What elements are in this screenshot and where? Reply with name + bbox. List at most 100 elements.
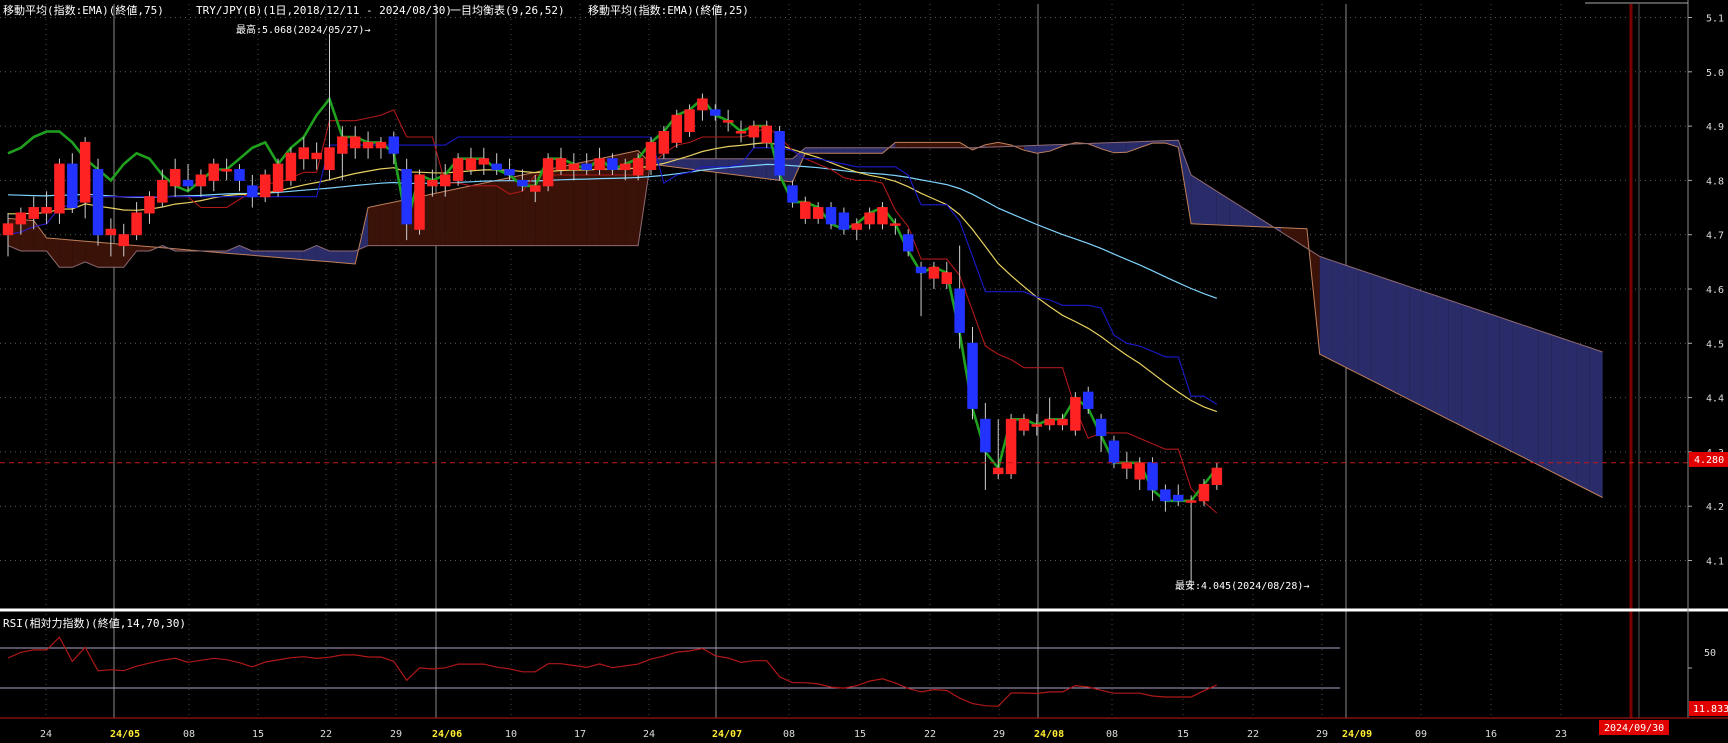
kumo-segment: [1242, 207, 1256, 227]
price-tick-label: 4.6: [1706, 285, 1724, 296]
candle-body: [1185, 500, 1197, 503]
candle-body: [710, 109, 721, 116]
price-tick-label: 4.4: [1706, 394, 1724, 405]
rsi-label: RSI(相対力指数)(終値,14,70,30): [3, 616, 186, 630]
candle-body: [1147, 462, 1158, 491]
kumo-segment: [1538, 330, 1552, 472]
candle-body: [1005, 418, 1017, 475]
candle-body: [851, 223, 863, 230]
date-label: 29: [993, 729, 1005, 740]
candle-body: [452, 158, 464, 181]
kumo-segment: [368, 204, 381, 246]
kumo-segment: [1371, 273, 1385, 387]
price-tick-label: 5.1: [1706, 14, 1724, 25]
candle-body: [1082, 391, 1094, 409]
kumo-segment: [1358, 269, 1372, 381]
kumo-segment: [329, 250, 343, 263]
kumo-segment: [753, 158, 767, 179]
candle-body: [864, 212, 875, 225]
candle-body: [620, 163, 631, 171]
candle-body: [928, 266, 940, 279]
kumo-segment: [1499, 317, 1513, 452]
candle-body: [658, 131, 670, 154]
candle-body: [954, 288, 965, 333]
chart-window: 5.15.04.94.84.74.64.54.44.34.24.1 2424/0…: [0, 0, 1728, 743]
candle-body: [581, 163, 592, 171]
kumo-segment: [560, 164, 574, 246]
kumo-segment: [1525, 325, 1539, 465]
date-label: 08: [183, 729, 195, 740]
price-axis: 5.15.04.94.84.74.64.54.44.34.24.1: [1688, 14, 1724, 568]
candle-body: [67, 163, 78, 209]
kumo-segment: [1422, 291, 1436, 413]
kumo-segment: [1332, 260, 1346, 368]
price-chart[interactable]: 5.15.04.94.84.74.64.54.44.34.24.1 2424/0…: [0, 0, 1728, 743]
kumo-segment: [110, 243, 124, 268]
candle-body: [131, 212, 142, 236]
candle-body: [671, 114, 682, 143]
date-label: 15: [854, 729, 866, 740]
kumo-segment: [1345, 265, 1359, 374]
candle-body: [748, 125, 760, 138]
kumo-segment: [946, 142, 960, 148]
kumo-segment: [921, 142, 934, 148]
date-label: 22: [320, 729, 332, 740]
candle-body: [980, 418, 991, 453]
price-tick-label: 5.0: [1706, 68, 1724, 79]
date-label: 24: [643, 729, 655, 740]
date-label: 24/07: [712, 729, 742, 740]
candle-body: [1031, 424, 1043, 427]
candle-body: [28, 207, 39, 219]
current-date-label: 2024/09/30: [1604, 723, 1664, 734]
kumo-segment: [908, 142, 922, 148]
candle-body: [838, 212, 850, 230]
price-tick-label: 4.1: [1706, 557, 1724, 568]
rsi-value-label: 11.833: [1693, 704, 1728, 715]
kumo-segment: [895, 142, 909, 148]
kumo-segment: [1294, 228, 1307, 249]
candle-body: [1211, 467, 1223, 485]
candle-body: [1160, 489, 1171, 502]
candle-body: [890, 223, 901, 226]
date-label: 09: [1415, 729, 1427, 740]
candle-body: [2, 223, 14, 236]
kumo-segment: [1319, 256, 1333, 361]
legend-ema75: 移動平均(指数:EMA)(終値,75): [3, 3, 164, 17]
price-tick-label: 4.9: [1706, 122, 1724, 133]
date-label: 24/05: [110, 729, 140, 740]
kumo-segment: [1512, 321, 1526, 459]
candle-body: [800, 201, 811, 219]
candle-body: [105, 228, 117, 236]
kumo-segment: [432, 191, 446, 246]
date-label: 29: [390, 729, 402, 740]
price-tick-label: 4.7: [1706, 231, 1724, 242]
kumo-segment: [1384, 278, 1397, 394]
candle-body: [234, 169, 245, 181]
date-label: 08: [1106, 729, 1118, 740]
kumo-segment: [1126, 141, 1140, 153]
candle-body: [632, 158, 644, 176]
price-tick-label: 4.5: [1706, 339, 1724, 350]
date-label: 15: [1177, 729, 1189, 740]
candle-body: [568, 163, 580, 171]
candle-body: [311, 152, 322, 160]
kumo-segment: [1576, 343, 1590, 491]
candle-body: [157, 179, 168, 203]
date-label: 17: [574, 729, 586, 740]
candle-body: [825, 207, 837, 225]
kumo-segment: [869, 147, 883, 154]
candle-body: [1108, 440, 1120, 464]
legend-symbol: TRY/JPY(B)(1日,2018/12/11 - 2024/08/30): [196, 4, 452, 17]
candle-body: [594, 158, 605, 171]
candle-body: [41, 207, 52, 214]
kumo-segment: [1435, 295, 1449, 420]
candle-body: [1173, 494, 1184, 502]
kumo-segment: [458, 185, 471, 246]
date-label: 08: [783, 729, 795, 740]
candle-body: [324, 147, 335, 171]
kumo-segment: [1216, 191, 1230, 226]
candle-body: [92, 169, 104, 236]
legend-ichimoku: 一目均衡表(9,26,52): [450, 3, 565, 17]
low-annotation: 最安:4.045(2024/08/28)→: [1175, 579, 1309, 592]
candle-body: [337, 136, 348, 154]
